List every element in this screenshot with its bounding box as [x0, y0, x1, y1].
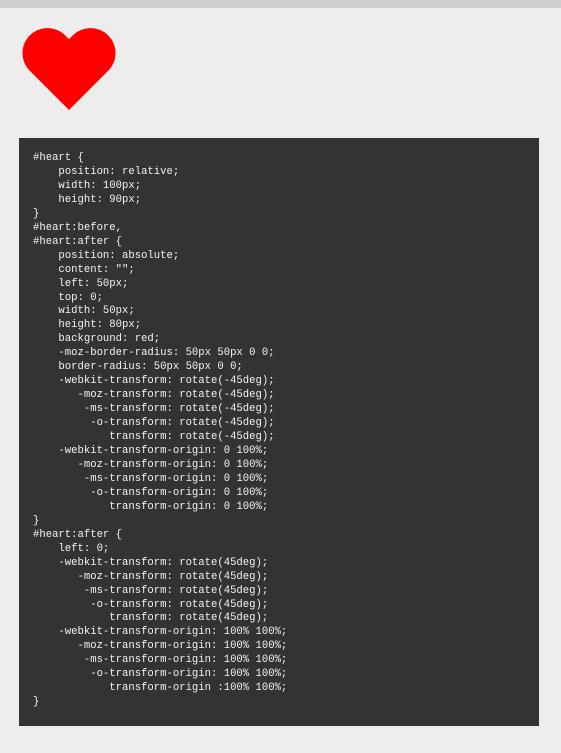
top-bar: [0, 0, 561, 8]
css-code-block: #heart { position: relative; width: 100p…: [33, 152, 288, 709]
heart-icon: [22, 28, 116, 110]
code-panel: #heart { position: relative; width: 100p…: [19, 138, 539, 726]
heart-shape: [22, 26, 116, 110]
heart-path: [22, 28, 116, 110]
